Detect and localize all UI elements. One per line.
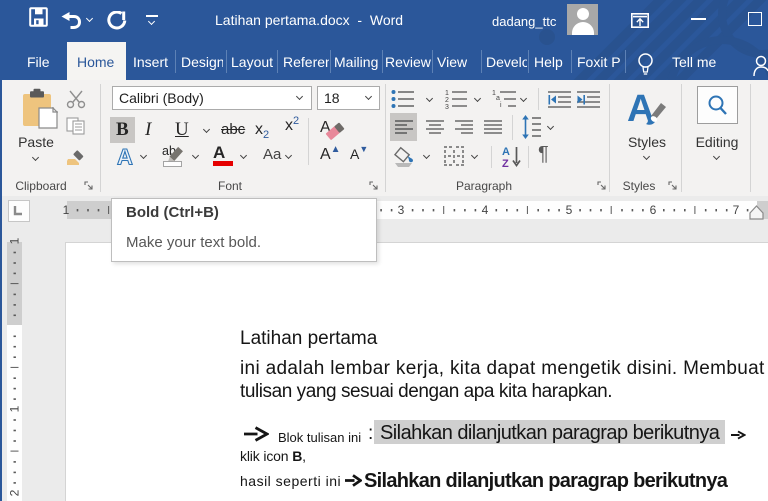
svg-text:4: 4: [482, 203, 489, 217]
svg-text:2: 2: [445, 97, 449, 104]
svg-text:6: 6: [650, 203, 657, 217]
svg-text:1: 1: [445, 90, 449, 97]
svg-text:1: 1: [63, 203, 70, 217]
svg-text:a: a: [496, 95, 500, 102]
svg-text:5: 5: [566, 203, 573, 217]
svg-text:A: A: [502, 146, 510, 158]
svg-text:3: 3: [445, 104, 449, 110]
svg-text:3: 3: [398, 203, 405, 217]
svg-text:i: i: [500, 102, 502, 109]
svg-text:7: 7: [733, 203, 740, 217]
svg-text:A: A: [117, 145, 133, 167]
svg-text:1: 1: [8, 237, 22, 244]
svg-text:Z: Z: [502, 158, 509, 169]
svg-text:2: 2: [8, 489, 22, 496]
svg-text:1: 1: [8, 405, 22, 412]
